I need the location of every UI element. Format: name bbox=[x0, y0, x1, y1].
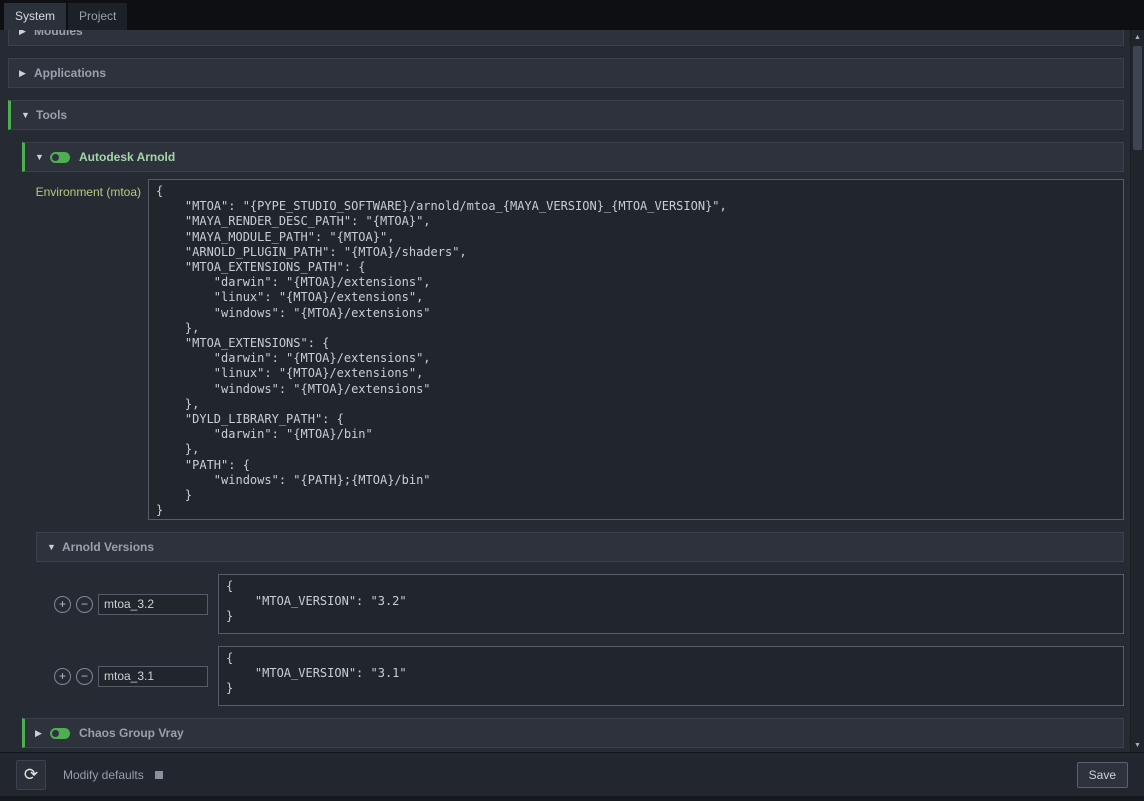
chevron-right-icon: ▶ bbox=[19, 68, 34, 79]
section-header-autodesk-arnold[interactable]: ▼ Autodesk Arnold bbox=[22, 142, 1124, 172]
environment-json-textarea[interactable]: { "MTOA": "{PYPE_STUDIO_SOFTWARE}/arnold… bbox=[148, 179, 1124, 520]
settings-tabbar: System Project bbox=[0, 0, 1144, 30]
settings-content: ▶ Modules ▶ Applications ▼ Tools ▼ Autod… bbox=[0, 30, 1144, 752]
tab-project-label: Project bbox=[79, 9, 116, 23]
version-controls: + − bbox=[36, 666, 218, 687]
section-title-modules: Modules bbox=[34, 30, 83, 38]
chevron-down-icon: ▼ bbox=[35, 152, 50, 162]
tab-system-label: System bbox=[15, 9, 55, 23]
chevron-down-icon: ▼ bbox=[21, 110, 36, 120]
section-header-modules[interactable]: ▶ Modules bbox=[8, 30, 1124, 46]
modify-defaults-indicator[interactable] bbox=[155, 771, 163, 779]
save-button[interactable]: Save bbox=[1077, 762, 1128, 788]
version-row: + − { "MTOA_VERSION": "3.2" } bbox=[36, 574, 1124, 634]
environment-label: Environment (mtoa) bbox=[22, 179, 148, 520]
section-title-chaos-group-vray: Chaos Group Vray bbox=[79, 726, 184, 740]
chevron-right-icon: ▶ bbox=[19, 30, 34, 37]
section-title-tools: Tools bbox=[36, 108, 67, 122]
version-json-textarea[interactable]: { "MTOA_VERSION": "3.1" } bbox=[218, 646, 1124, 706]
enabled-toggle[interactable] bbox=[50, 152, 70, 163]
chevron-down-icon: ▼ bbox=[47, 542, 62, 552]
add-version-button[interactable]: + bbox=[54, 668, 71, 685]
section-header-chaos-group-vray[interactable]: ▶ Chaos Group Vray bbox=[22, 718, 1124, 748]
section-title-arnold-versions: Arnold Versions bbox=[62, 540, 154, 554]
section-header-arnold-versions[interactable]: ▼ Arnold Versions bbox=[36, 532, 1124, 562]
footer-bar: ⟳ Modify defaults Save bbox=[0, 752, 1144, 801]
section-header-tools[interactable]: ▼ Tools bbox=[8, 100, 1124, 130]
tab-project[interactable]: Project bbox=[68, 3, 127, 30]
refresh-button[interactable]: ⟳ bbox=[16, 760, 46, 790]
version-controls: + − bbox=[36, 594, 218, 615]
version-name-input[interactable] bbox=[98, 594, 208, 615]
tab-system[interactable]: System bbox=[4, 3, 66, 30]
scroll-down-button[interactable]: ▼ bbox=[1131, 738, 1144, 752]
enabled-toggle[interactable] bbox=[50, 728, 70, 739]
vertical-scrollbar[interactable]: ▲ ▼ bbox=[1130, 30, 1144, 752]
scroll-up-button[interactable]: ▲ bbox=[1131, 30, 1144, 44]
section-title-applications: Applications bbox=[34, 66, 106, 80]
environment-field-row: Environment (mtoa) { "MTOA": "{PYPE_STUD… bbox=[22, 179, 1124, 520]
refresh-icon: ⟳ bbox=[24, 765, 38, 785]
version-row: + − { "MTOA_VERSION": "3.1" } bbox=[36, 646, 1124, 706]
section-header-applications[interactable]: ▶ Applications bbox=[8, 58, 1124, 88]
modify-defaults-label: Modify defaults bbox=[63, 768, 144, 782]
settings-scroll-area: ▶ Modules ▶ Applications ▼ Tools ▼ Autod… bbox=[0, 30, 1130, 752]
version-json-textarea[interactable]: { "MTOA_VERSION": "3.2" } bbox=[218, 574, 1124, 634]
add-version-button[interactable]: + bbox=[54, 596, 71, 613]
scrollbar-thumb[interactable] bbox=[1133, 46, 1142, 150]
remove-version-button[interactable]: − bbox=[76, 668, 93, 685]
section-title-autodesk-arnold: Autodesk Arnold bbox=[79, 150, 175, 164]
version-name-input[interactable] bbox=[98, 666, 208, 687]
chevron-right-icon: ▶ bbox=[35, 728, 50, 739]
remove-version-button[interactable]: − bbox=[76, 596, 93, 613]
